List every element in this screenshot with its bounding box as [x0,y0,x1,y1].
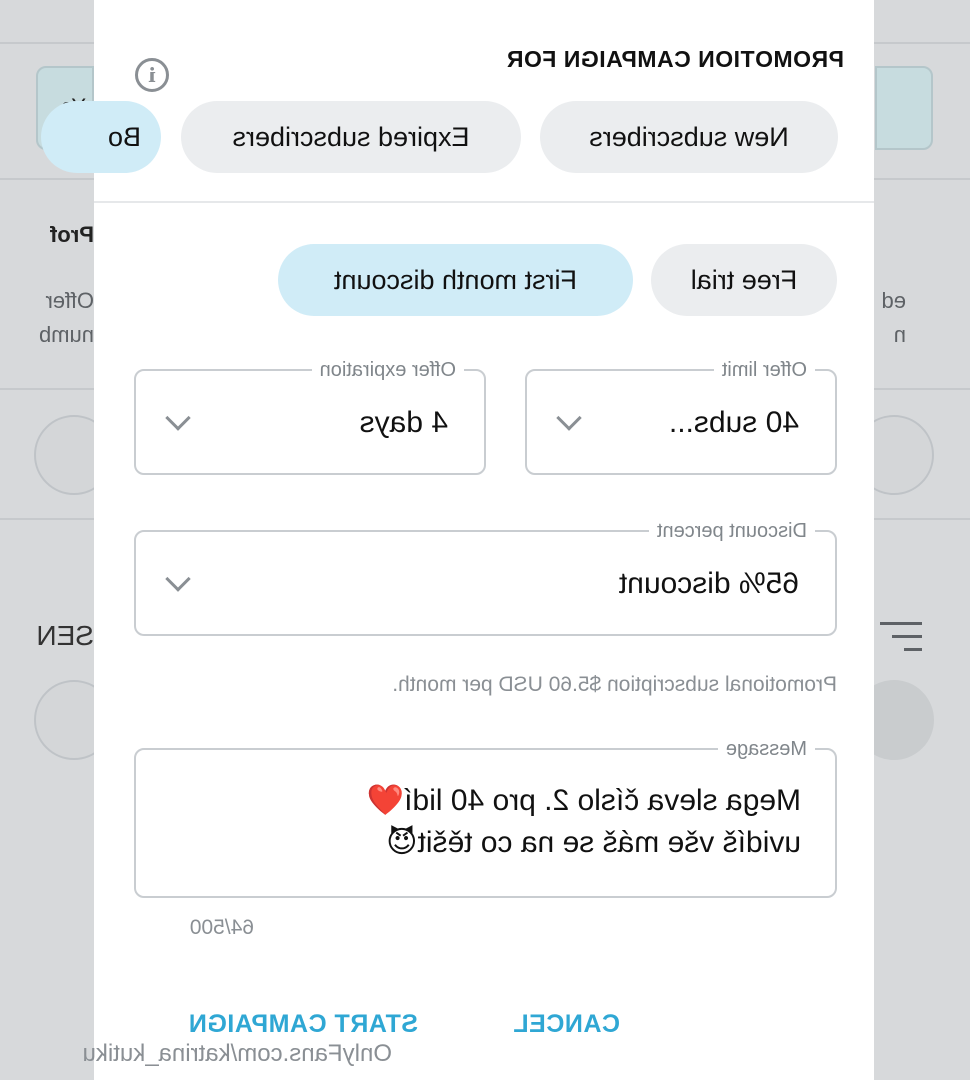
chip-label: New subscribers [589,122,789,152]
chip-expired-subscribers[interactable]: Expired subscribers [181,101,521,173]
char-counter: 64/500 [189,916,254,939]
chevron-down-icon [556,405,582,431]
dialog-title: PROMOTION CAMPAIGN FOR [506,46,844,72]
offer-expiration-label: Offer expiration [311,358,464,382]
offer-limit-value: 40 subs... [668,406,799,439]
discount-percent-value: 65% discount [618,567,799,600]
bg-desc-right2: n [893,322,906,347]
mirrored-screen: Yo Prof Offer numb ed n SEN PROMOTION CA… [0,0,970,1080]
cancel-button[interactable]: CANCEL [513,1010,620,1039]
filter-icon[interactable] [880,622,922,654]
chevron-down-icon [165,566,191,592]
bg-desc-right: ed [881,288,906,313]
chip-new-subscribers[interactable]: New subscribers [540,101,838,173]
chip-label: Bo [107,122,141,152]
bg-desc-line1: Offer [45,288,94,313]
info-icon[interactable]: i [135,58,169,92]
dialog-divider [94,201,874,203]
chip-first-month-discount[interactable]: First month discount [278,244,633,316]
offer-limit-select[interactable]: Offer limit 40 subs... [525,358,837,475]
discount-percent-select[interactable]: Discount percent 65% discount [134,519,837,636]
chip-label: Free trial [690,265,798,295]
bg-tab-button-right [875,66,933,150]
chevron-down-icon [165,405,191,431]
offer-limit-label: Offer limit [713,358,815,382]
message-label: Message [717,737,815,761]
bg-section2-title: SEN [36,620,94,651]
chip-free-trial[interactable]: Free trial [651,244,837,316]
bg-desc-line2: numb [38,322,94,347]
chip-label: First month discount [333,265,578,295]
message-line-1: Mega sleva číslo 2. pro 40 lidí❤️ [366,784,801,817]
promo-price-note: Promotional subscription $5.60 USD per m… [392,673,837,696]
chip-partial-selected[interactable]: Bo [41,101,161,173]
bg-section-title: Prof [50,222,94,247]
offer-expiration-value: 4 days [359,406,448,439]
discount-percent-label: Discount percent [648,519,815,543]
chip-label: Expired subscribers [232,122,470,152]
message-text: Mega sleva číslo 2. pro 40 lidí❤️ uvidíš… [241,780,801,864]
offer-expiration-select[interactable]: Offer expiration 4 days [134,358,486,475]
start-campaign-button[interactable]: START CAMPAIGN [188,1010,418,1039]
message-line-2: uvidíš vše máš se na co těšit😈 [386,826,801,859]
watermark: OnlyFans.com/katrina_kutiku [82,1040,392,1067]
